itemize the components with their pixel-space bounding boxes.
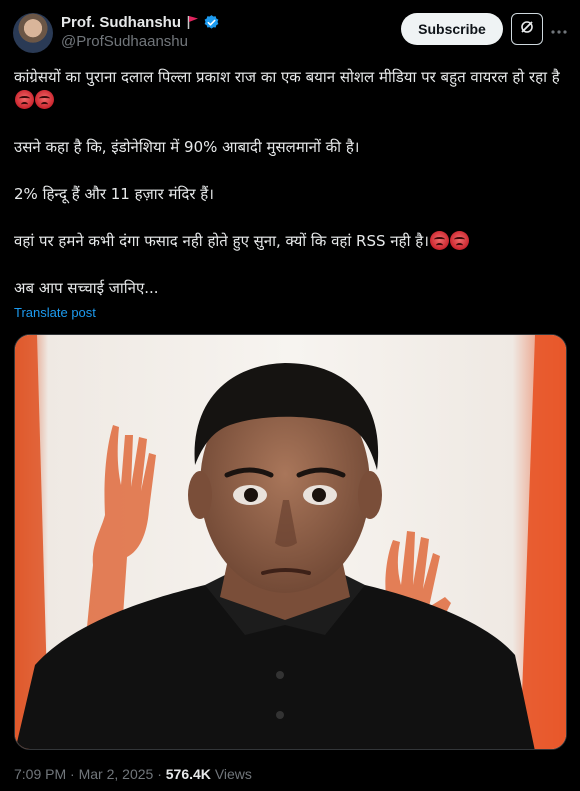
post-date[interactable]: Mar 2, 2025 [79, 766, 154, 782]
translate-post-link[interactable]: Translate post [14, 305, 96, 320]
post-line-1: कांग्रेसयों का पुराना दलाल पिल्ला प्रकाश… [14, 68, 560, 86]
post-paragraph-4: वहां पर हमने कभी दंगा फसाद नही होते हुए … [14, 230, 564, 253]
verified-badge-icon [203, 14, 220, 31]
meta-separator-2: · [157, 766, 162, 782]
flag-icon [187, 15, 199, 29]
more-options-button[interactable] [548, 18, 570, 40]
grok-button[interactable] [511, 13, 543, 45]
post-header: Prof. Sudhanshu @ProfSudhaanshu Subscrib… [0, 0, 580, 62]
more-icon [550, 20, 568, 39]
post-meta: 7:09 PM · Mar 2, 2025 · 576.4K Views [14, 766, 252, 782]
post-line-2: उसने कहा है कि, इंडोनेशिया में 90% आबादी… [14, 138, 360, 156]
angry-face-icon [449, 231, 469, 250]
angry-face-icon [15, 90, 34, 109]
views-label: Views [214, 766, 252, 782]
views-count[interactable]: 576.4K [166, 766, 211, 782]
angry-face-icon [35, 90, 54, 109]
grok-icon [518, 18, 536, 40]
post-line-3: 2% हिन्दू हैं और 11 हज़ार मंदिर हैं। [14, 185, 214, 203]
post-line-5: अब आप सच्चाई जानिए... [14, 279, 159, 297]
post-time[interactable]: 7:09 PM [14, 766, 66, 782]
post-line-4: वहां पर हमने कभी दंगा फसाद नही होते हुए … [14, 232, 429, 250]
author-name-row: Prof. Sudhanshu [61, 12, 220, 32]
post-paragraph-1: कांग्रेसयों का पुराना दलाल पिल्ला प्रकाश… [14, 66, 564, 112]
angry-face-icon [429, 231, 449, 250]
avatar[interactable] [13, 13, 53, 53]
meta-separator: · [70, 766, 75, 782]
photo-man-black-shirt [15, 335, 566, 749]
post-body: कांग्रेसयों का पुराना दलाल पिल्ला प्रकाश… [14, 66, 564, 300]
author-handle[interactable]: @ProfSudhaanshu [61, 33, 188, 50]
author-name[interactable]: Prof. Sudhanshu [61, 14, 181, 31]
subscribe-button[interactable]: Subscribe [401, 13, 503, 45]
post-media-image[interactable] [14, 334, 567, 750]
